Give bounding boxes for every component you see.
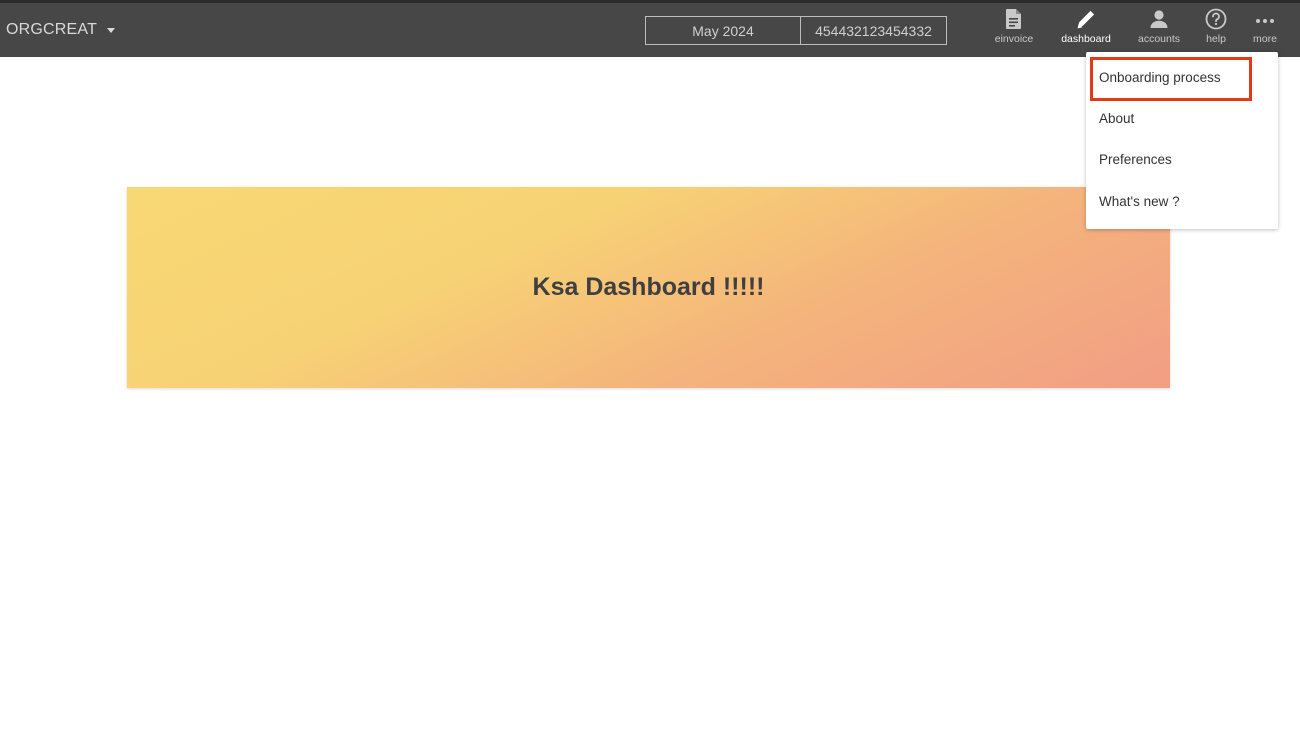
document-icon xyxy=(1006,9,1021,29)
main-nav: einvoice dashboard accounts help more xyxy=(0,8,1300,53)
user-icon xyxy=(1150,10,1168,28)
nav-einvoice-label: einvoice xyxy=(994,33,1034,45)
dashboard-banner: Ksa Dashboard !!!!! xyxy=(127,187,1170,388)
question-circle-icon xyxy=(1205,8,1227,30)
nav-more-label: more xyxy=(1253,33,1277,45)
nav-more[interactable]: more xyxy=(1233,8,1297,45)
nav-accounts[interactable]: accounts xyxy=(1127,8,1191,45)
pencil-icon xyxy=(1077,10,1095,29)
nav-dashboard[interactable]: dashboard xyxy=(1054,8,1118,45)
highlight-box xyxy=(1090,57,1252,101)
menu-item-about[interactable]: About xyxy=(1099,111,1134,126)
nav-einvoice[interactable]: einvoice xyxy=(982,8,1046,45)
more-dots-icon xyxy=(1256,19,1274,23)
nav-accounts-label: accounts xyxy=(1137,33,1181,45)
banner-title: Ksa Dashboard !!!!! xyxy=(532,273,765,301)
menu-item-preferences[interactable]: Preferences xyxy=(1099,152,1172,167)
nav-help-label: help xyxy=(1206,33,1226,45)
nav-dashboard-label: dashboard xyxy=(1061,33,1111,45)
menu-item-whats-new[interactable]: What's new ? xyxy=(1099,194,1180,209)
